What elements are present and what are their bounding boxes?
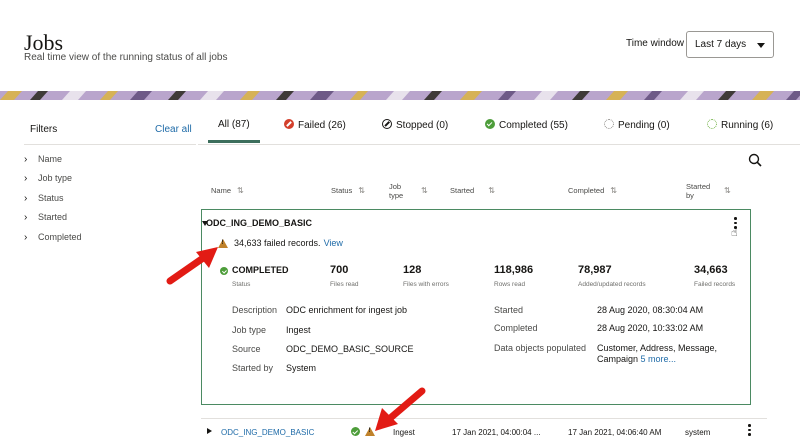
page-subtitle: Real time view of the running status of …: [24, 52, 228, 63]
time-window-select[interactable]: Last 7 days: [686, 31, 774, 58]
detail-job-type-label: Job type: [232, 325, 267, 335]
detail-objects-value: Customer, Address, Message, Campaign 5 m…: [597, 343, 718, 364]
tab-completed[interactable]: Completed (55): [485, 119, 568, 131]
stat-failed-records-label: Failed records: [694, 281, 736, 288]
filter-job-type[interactable]: › Job type: [24, 173, 72, 184]
filter-started[interactable]: › Started: [24, 212, 67, 223]
row-divider: [201, 418, 767, 419]
hand-cursor-icon: ☝: [731, 227, 738, 239]
stat-rows-read-value: 118,986: [494, 264, 534, 276]
stat-added-records-label: Added/updated records: [578, 281, 646, 288]
completed-icon: [485, 119, 495, 129]
annotation-arrow-icon: [166, 247, 218, 285]
pending-icon: [604, 119, 614, 129]
chevron-right-icon: ›: [24, 232, 28, 243]
time-window-label: Time window: [626, 38, 684, 49]
detail-description-label: Description: [232, 305, 278, 315]
completed-status-icon: [351, 427, 360, 436]
detail-objects-label: Data objects populated: [494, 343, 587, 353]
row-started: 17 Jan 2021, 04:00:04 ...: [452, 428, 541, 437]
chevron-right-icon: ›: [24, 154, 28, 165]
annotation-arrow-icon: [375, 387, 426, 431]
job-name[interactable]: ODC_ING_DEMO_BASIC: [201, 218, 312, 228]
chevron-down-icon: [757, 43, 765, 48]
search-icon[interactable]: [748, 153, 762, 167]
stat-failed-records-value: 34,663: [694, 264, 728, 276]
job-status-value: COMPLETED: [232, 265, 289, 275]
row-completed: 17 Jan 2021, 04:06:40 AM: [568, 428, 662, 437]
stat-files-errors-label: Files with errors: [403, 281, 449, 288]
chevron-right-icon: ›: [24, 193, 28, 204]
sort-icon[interactable]: ⇅: [421, 186, 428, 195]
more-actions-icon[interactable]: [748, 424, 751, 438]
filter-status[interactable]: › Status: [24, 193, 64, 204]
row-started-by: system: [685, 428, 711, 437]
tab-stopped[interactable]: Stopped (0): [382, 119, 448, 131]
sort-icon: ⇅: [237, 186, 244, 195]
detail-completed-value: 28 Aug 2020, 10:33:02 AM: [597, 323, 704, 333]
detail-started-by-label: Started by: [232, 363, 274, 373]
detail-started-by-value: System: [286, 363, 317, 373]
stat-rows-read-label: Rows read: [494, 281, 526, 288]
stat-added-records-value: 78,987: [578, 264, 612, 276]
tab-running[interactable]: Running (6): [707, 119, 773, 131]
stat-files-read-label: Files read: [330, 281, 359, 288]
row-job-name-link[interactable]: ODC_ING_DEMO_BASIC: [221, 428, 314, 437]
column-started-by[interactable]: Started by: [686, 182, 714, 200]
column-completed[interactable]: Completed ⇅: [568, 186, 617, 195]
detail-job-type-value: Ingest: [286, 325, 311, 335]
tab-failed[interactable]: Failed (26): [284, 119, 346, 131]
filter-name[interactable]: › Name: [24, 154, 62, 165]
sort-icon: ⇅: [488, 186, 495, 195]
detail-source-label: Source: [232, 344, 261, 354]
column-status[interactable]: Status ⇅: [331, 186, 365, 195]
column-name[interactable]: Name ⇅: [211, 186, 244, 195]
stat-files-errors-value: 128: [403, 264, 422, 276]
stat-files-read-value: 700: [330, 264, 349, 276]
detail-description-value: ODC enrichment for ingest job: [286, 305, 408, 315]
chevron-right-icon[interactable]: [207, 428, 212, 434]
sort-icon: ⇅: [610, 186, 617, 195]
column-started[interactable]: Started ⇅: [450, 186, 495, 195]
more-objects-link[interactable]: 5 more...: [641, 354, 677, 364]
clear-all-link[interactable]: Clear all: [155, 124, 192, 135]
view-link[interactable]: View: [324, 238, 343, 248]
running-icon: [707, 119, 717, 129]
decorative-banner: [0, 91, 800, 100]
sort-icon: ⇅: [358, 186, 365, 195]
tab-pending[interactable]: Pending (0): [604, 119, 670, 131]
failed-icon: [284, 119, 294, 129]
detail-source-value: ODC_DEMO_BASIC_SOURCE: [286, 344, 414, 354]
time-window-value: Last 7 days: [695, 39, 747, 50]
chevron-right-icon: ›: [24, 212, 28, 223]
sort-icon[interactable]: ⇅: [724, 186, 731, 195]
detail-started-label: Started: [494, 305, 524, 315]
detail-started-value: 28 Aug 2020, 08:30:04 AM: [597, 305, 704, 315]
filters-divider: [24, 144, 196, 145]
stopped-icon: [382, 119, 392, 129]
tabs-divider: [198, 144, 800, 145]
filters-title: Filters: [30, 124, 58, 135]
detail-completed-label: Completed: [494, 323, 538, 333]
tab-all[interactable]: All (87): [208, 119, 260, 143]
chevron-right-icon: ›: [24, 173, 28, 184]
failed-records-message: 34,633 failed records. View: [234, 238, 343, 248]
job-status-label: Status: [232, 281, 251, 288]
column-job-type[interactable]: Job type: [389, 182, 411, 200]
filter-completed[interactable]: › Completed: [24, 232, 82, 243]
